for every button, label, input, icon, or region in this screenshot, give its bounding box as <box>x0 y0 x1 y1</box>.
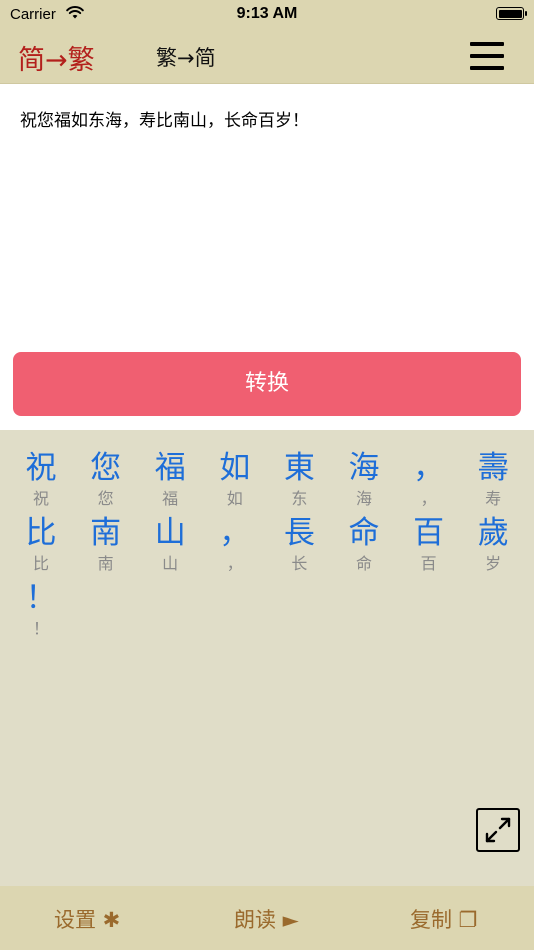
convert-button[interactable]: 转换 <box>13 352 521 416</box>
traditional-char: 海 <box>348 450 380 486</box>
traditional-char: 您 <box>90 450 122 486</box>
simplified-char: 长 <box>291 554 308 573</box>
simplified-char: 您 <box>97 489 114 508</box>
result-cell: 福福 <box>138 448 202 510</box>
result-cell: 東东 <box>267 448 331 510</box>
traditional-char: ， <box>219 515 251 551</box>
result-cell: 比比 <box>9 513 73 575</box>
tab-simplified-to-traditional[interactable]: 简→繁 <box>18 38 95 77</box>
traditional-char: 長 <box>283 515 315 551</box>
traditional-char: ， <box>413 450 445 486</box>
traditional-char: 百 <box>413 515 445 551</box>
result-cell: 南南 <box>74 513 138 575</box>
result-cell: 祝祝 <box>9 448 73 510</box>
settings-button[interactable]: 设置 ✱ <box>54 904 120 934</box>
simplified-char: 东 <box>291 489 308 508</box>
simplified-char: 命 <box>355 554 372 573</box>
simplified-char: 南 <box>97 554 114 573</box>
traditional-char: 福 <box>154 450 186 486</box>
traditional-char: 比 <box>25 515 57 551</box>
simplified-char: 海 <box>355 489 372 508</box>
result-cell: 百百 <box>397 513 461 575</box>
result-cell: 壽寿 <box>461 448 525 510</box>
input-text[interactable]: 祝您福如东海，寿比南山，长命百岁！ <box>20 106 309 131</box>
traditional-char: ！ <box>25 580 57 616</box>
nav-bar: 简→繁 繁→简 <box>0 28 534 84</box>
status-bar: Carrier 9:13 AM <box>0 0 534 28</box>
result-cell: ，， <box>397 448 461 510</box>
traditional-char: 山 <box>154 515 186 551</box>
results-panel: 祝祝您您福福如如東东海海，，壽寿比比南南山山，，長长命命百百歲岁！！ <box>0 430 534 886</box>
simplified-char: 福 <box>162 489 179 508</box>
simplified-char: ， <box>226 554 243 573</box>
traditional-char: 南 <box>90 515 122 551</box>
simplified-char: 如 <box>226 489 243 508</box>
result-cell: 命命 <box>332 513 396 575</box>
result-cell: 您您 <box>74 448 138 510</box>
traditional-char: 如 <box>219 450 251 486</box>
result-cell: 如如 <box>203 448 267 510</box>
expand-icon[interactable] <box>476 808 520 852</box>
traditional-char: 歲 <box>477 515 509 551</box>
result-cell: 山山 <box>138 513 202 575</box>
simplified-char: 祝 <box>32 489 49 508</box>
simplified-char: 比 <box>32 554 49 573</box>
tab-traditional-to-simplified[interactable]: 繁→简 <box>156 42 216 72</box>
result-cell: ！！ <box>9 578 73 640</box>
result-cell: 長长 <box>267 513 331 575</box>
battery-icon <box>496 7 527 20</box>
read-aloud-button[interactable]: 朗读 ► <box>234 904 299 934</box>
result-cell: 海海 <box>332 448 396 510</box>
simplified-char: 百 <box>420 554 437 573</box>
bottom-toolbar: 设置 ✱ 朗读 ► 复制 ❐ <box>0 886 534 950</box>
traditional-char: 祝 <box>25 450 57 486</box>
result-cell: 歲岁 <box>461 513 525 575</box>
simplified-char: 岁 <box>485 554 502 573</box>
simplified-char: 寿 <box>485 489 502 508</box>
clock: 9:13 AM <box>236 5 298 22</box>
traditional-char: 東 <box>283 450 315 486</box>
traditional-char: 命 <box>348 515 380 551</box>
simplified-char: ！ <box>32 619 49 638</box>
traditional-char: 壽 <box>477 450 509 486</box>
hamburger-menu-icon[interactable] <box>470 42 504 70</box>
simplified-char: ， <box>420 489 437 508</box>
result-cell: ，， <box>203 513 267 575</box>
copy-button[interactable]: 复制 ❐ <box>410 904 478 934</box>
simplified-char: 山 <box>162 554 179 573</box>
